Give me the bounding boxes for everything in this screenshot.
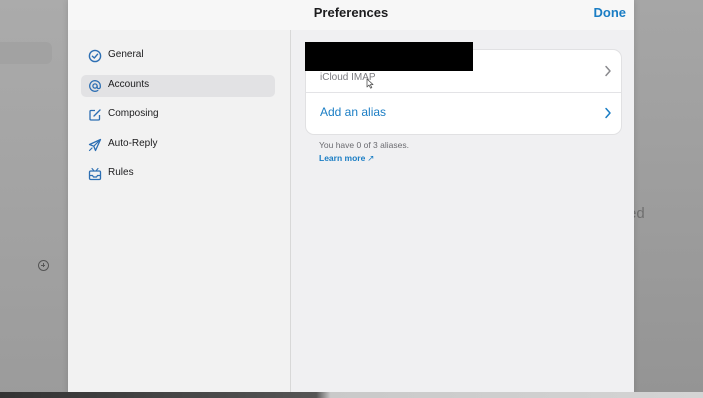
sidebar-item-general[interactable]: General (81, 45, 275, 67)
add-alias-row[interactable]: Add an alias (306, 92, 621, 134)
preferences-sidebar: General Accounts Composing Auto-Reply Ru… (68, 30, 291, 398)
learn-more-link[interactable]: Learn more ↗ (319, 153, 374, 164)
sidebar-item-rules[interactable]: Rules (81, 163, 275, 185)
alias-count-note: You have 0 of 3 aliases. (319, 140, 409, 150)
chevron-right-icon (605, 65, 611, 77)
sheet-header: Preferences Done (68, 0, 634, 30)
paper-plane-icon (88, 138, 102, 152)
redacted-account-name (305, 42, 473, 71)
add-alias-label: Add an alias (320, 105, 387, 119)
tray-icon (88, 167, 102, 181)
bottom-edge-strip (0, 392, 703, 398)
mouse-cursor-icon (366, 78, 374, 89)
background-right-panel (634, 0, 703, 398)
compose-icon (89, 109, 101, 121)
sidebar-item-accounts[interactable]: Accounts (81, 75, 275, 97)
sheet-title: Preferences (313, 5, 389, 20)
account-details-pane: iCloud IMAP Add an alias You have 0 of 3… (291, 30, 634, 398)
chevron-right-icon (605, 107, 611, 119)
sidebar-item-label: General (108, 49, 144, 60)
done-button[interactable]: Done (594, 5, 627, 20)
checkmark-circle-icon (88, 49, 102, 63)
sidebar-item-composing[interactable]: Composing (81, 104, 275, 126)
background-selected-item (0, 42, 52, 64)
arrow-up-right-icon: ↗ (367, 153, 375, 163)
sidebar-item-label: Composing (108, 108, 159, 119)
add-icon[interactable] (38, 260, 49, 271)
sidebar-item-auto-reply[interactable]: Auto-Reply (81, 134, 275, 156)
learn-more-label: Learn more (319, 153, 366, 163)
preferences-sheet: Preferences Done General Accounts Compos… (68, 0, 634, 398)
sidebar-item-label: Rules (108, 167, 134, 178)
sidebar-item-label: Accounts (108, 79, 150, 90)
account-card: iCloud IMAP Add an alias (305, 42, 622, 135)
at-sign-icon (89, 80, 101, 92)
account-row[interactable]: iCloud IMAP (305, 42, 621, 93)
sidebar-item-label: Auto-Reply (108, 138, 158, 149)
